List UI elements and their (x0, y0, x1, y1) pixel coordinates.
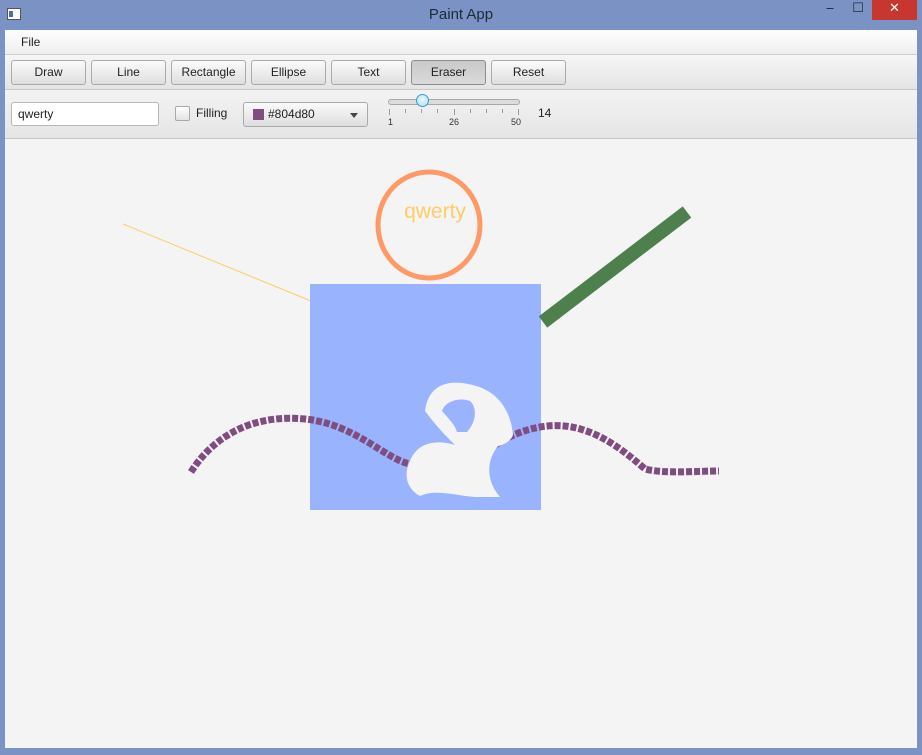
window-title: Paint App (428, 6, 494, 23)
canvas-text: qwerty (404, 200, 466, 223)
color-swatch (253, 109, 264, 120)
reset-button[interactable]: Reset (491, 60, 566, 85)
slider-tick (421, 109, 422, 113)
options-toolbar: qwerty Filling #804d80 1 26 50 14 (5, 90, 917, 139)
rectangle-button[interactable]: Rectangle (171, 60, 246, 85)
menu-file[interactable]: File (21, 30, 40, 54)
tool-toolbar: Draw Line Rectangle Ellipse Text Eraser … (5, 55, 917, 90)
close-button[interactable]: ✕ (872, 0, 917, 20)
slider-thumb[interactable] (416, 94, 430, 107)
slider-tick (437, 109, 438, 113)
app-window: Paint App ‒ ☐ ✕ File Draw Line Rectangle… (0, 0, 922, 755)
filling-label: Filling (196, 106, 228, 120)
size-value: 14 (538, 106, 552, 120)
color-value: #804d80 (268, 107, 315, 121)
slider-tick (518, 109, 519, 115)
text-button[interactable]: Text (331, 60, 406, 85)
slider-tick (405, 109, 406, 113)
thick-line-shape (538, 206, 692, 328)
maximize-button[interactable]: ☐ (845, 0, 871, 20)
slider-tick (454, 109, 455, 115)
eraser-button[interactable]: Eraser (411, 60, 486, 85)
slider-tick (502, 109, 503, 113)
slider-tick (389, 109, 390, 115)
filling-checkbox[interactable] (175, 106, 190, 121)
slider-tick (486, 109, 487, 113)
slider-mid-label: 26 (449, 117, 460, 127)
minimize-button[interactable]: ‒ (817, 0, 843, 20)
line-button[interactable]: Line (91, 60, 166, 85)
text-input[interactable]: qwerty (11, 102, 159, 126)
ellipse-shape (375, 169, 483, 281)
slider-max-label: 50 (511, 117, 522, 127)
slider-track[interactable] (388, 99, 520, 105)
ellipse-button[interactable]: Ellipse (251, 60, 326, 85)
slider-tick (470, 109, 471, 113)
chevron-down-icon (350, 113, 358, 118)
slider-min-label: 1 (388, 117, 394, 127)
drawing-canvas[interactable]: qwerty (5, 139, 917, 748)
color-picker[interactable]: #804d80 (243, 102, 368, 127)
canvas-drawing: qwerty (122, 169, 720, 510)
size-slider[interactable]: 1 26 50 (388, 93, 522, 133)
title-bar[interactable]: Paint App ‒ ☐ ✕ (0, 0, 922, 30)
draw-button[interactable]: Draw (11, 60, 86, 85)
thin-line-shape (122, 223, 312, 302)
menu-bar: File (5, 30, 917, 55)
client-area: File Draw Line Rectangle Ellipse Text Er… (5, 30, 917, 748)
